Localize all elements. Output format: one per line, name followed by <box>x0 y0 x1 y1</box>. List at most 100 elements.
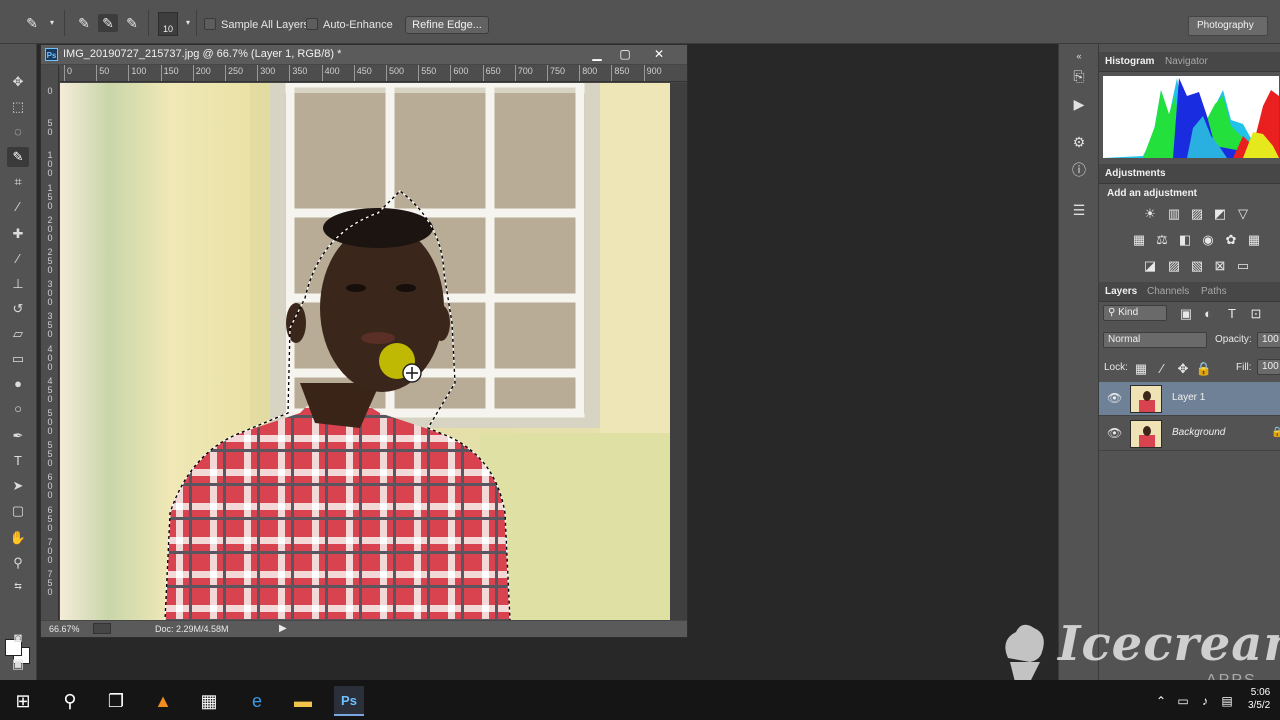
tab-navigator[interactable]: Navigator <box>1165 56 1208 67</box>
language-icon[interactable]: ▤ <box>1212 686 1242 716</box>
layer-row-background[interactable]: 👁 Background 🔒 <box>1099 417 1280 451</box>
hue-saturation-icon[interactable]: ▦ <box>1130 232 1148 248</box>
quick-mask-icon[interactable]: ◙ <box>7 628 29 648</box>
eraser-tool-icon[interactable]: ▱ <box>7 324 29 344</box>
minimize-icon[interactable]: ▁ <box>587 46 607 62</box>
canvas[interactable] <box>60 83 670 620</box>
eyedropper-tool-icon[interactable]: ⁄ <box>7 197 29 217</box>
task-view-icon[interactable]: ❐ <box>101 686 131 716</box>
screen-mode-icon[interactable]: ▣ <box>7 654 29 674</box>
refine-edge-button[interactable]: Refine Edge... <box>405 16 489 34</box>
type-tool-icon[interactable]: T <box>7 451 29 471</box>
black-white-icon[interactable]: ◧ <box>1176 232 1194 248</box>
actions-panel-icon[interactable]: ▶ <box>1069 94 1089 114</box>
edge-browser-icon[interactable]: e <box>242 686 272 716</box>
sample-all-layers-checkbox[interactable] <box>204 18 216 30</box>
filter-pixel-icon[interactable]: ▣ <box>1177 306 1195 322</box>
maximize-icon[interactable]: ▢ <box>615 46 635 62</box>
tab-channels[interactable]: Channels <box>1147 286 1189 297</box>
store-icon[interactable]: ▦ <box>194 686 224 716</box>
filter-shape-icon[interactable]: ⊡ <box>1247 306 1265 322</box>
healing-brush-tool-icon[interactable]: ✚ <box>7 224 29 244</box>
rectangle-tool-icon[interactable]: ▢ <box>7 501 29 521</box>
layer-row-layer-1[interactable]: 👁 Layer 1 <box>1099 382 1280 416</box>
vibrance-icon[interactable]: ▽ <box>1234 206 1252 222</box>
lasso-tool-icon[interactable]: ◌ <box>7 122 29 142</box>
collapse-arrows-icon[interactable]: « <box>1069 46 1089 66</box>
add-to-selection-icon[interactable]: ✎ <box>98 14 118 32</box>
tab-adjustments[interactable]: Adjustments <box>1105 168 1166 179</box>
selective-color-icon[interactable]: ⊠ <box>1211 258 1229 274</box>
brush-size-picker[interactable]: 10 <box>158 12 178 36</box>
brush-tool-icon[interactable]: ⁄ <box>7 249 29 269</box>
opacity-input[interactable]: 100 <box>1257 332 1280 348</box>
filter-type-icon[interactable]: T <box>1223 306 1241 322</box>
tab-histogram[interactable]: Histogram <box>1105 56 1154 67</box>
brightness-contrast-icon[interactable]: ☀ <box>1141 206 1159 222</box>
levels-icon[interactable]: ▥ <box>1165 206 1183 222</box>
status-menu-arrow-icon[interactable]: ▶ <box>279 623 287 634</box>
channel-mixer-icon[interactable]: ✿ <box>1222 232 1240 248</box>
path-selection-tool-icon[interactable]: ➤ <box>7 476 29 496</box>
fill-input[interactable]: 100 <box>1257 359 1280 375</box>
filter-adjustment-icon[interactable]: ◐ <box>1199 306 1217 322</box>
history-brush-tool-icon[interactable]: ↺ <box>7 299 29 319</box>
gradient-map-icon[interactable]: ▭ <box>1234 258 1252 274</box>
lock-transparent-icon[interactable]: ▦ <box>1132 361 1150 377</box>
windows-start-icon[interactable]: ⊞ <box>8 686 38 716</box>
subtract-from-selection-icon[interactable]: ✎ <box>122 14 142 32</box>
history-panel-icon[interactable]: ⎘ <box>1069 66 1089 86</box>
taskbar-clock[interactable]: 5:06 3/5/2 <box>1248 686 1270 712</box>
photoshop-taskbar-icon[interactable]: Ps <box>334 686 364 716</box>
close-icon[interactable]: ✕ <box>649 46 669 62</box>
layer-filter-kind[interactable]: ⚲ Kind <box>1103 305 1167 321</box>
ruler-horizontal[interactable]: 0 50 100 150 200 250 300 350 400 450 500 550 600 650 7… <box>60 65 687 82</box>
vlc-icon[interactable]: ▲ <box>148 686 178 716</box>
crop-tool-icon[interactable]: ⌗ <box>7 172 29 192</box>
hand-tool-icon[interactable]: ✋ <box>7 528 29 548</box>
tab-paths[interactable]: Paths <box>1201 286 1227 297</box>
search-icon[interactable]: ⚲ <box>55 686 85 716</box>
visibility-eye-icon[interactable]: 👁 <box>1107 391 1122 405</box>
vertical-scrollbar[interactable] <box>670 83 687 620</box>
quick-selection-tool-icon[interactable]: ✎ <box>7 147 29 167</box>
tool-presets-icon[interactable]: ⚙ <box>1069 132 1089 152</box>
file-explorer-icon[interactable]: ▬ <box>288 686 318 716</box>
workspace-switcher[interactable]: Photography <box>1188 16 1268 36</box>
properties-panel-icon[interactable]: ☰ <box>1069 200 1089 220</box>
swap-colors-icon[interactable]: ⇆ <box>7 576 29 596</box>
tool-preset-dropdown-icon[interactable]: ▾ <box>42 14 62 32</box>
zoom-tool-icon[interactable]: ⚲ <box>7 553 29 573</box>
lock-position-icon[interactable]: ✥ <box>1174 361 1192 377</box>
layer-name[interactable]: Layer 1 <box>1172 392 1205 403</box>
marquee-tool-icon[interactable]: ⬚ <box>7 97 29 117</box>
preview-icon[interactable] <box>93 623 111 634</box>
invert-icon[interactable]: ◪ <box>1141 258 1159 274</box>
info-panel-icon[interactable]: ⓘ <box>1069 160 1089 180</box>
move-tool-icon[interactable]: ✥ <box>7 72 29 92</box>
tab-layers[interactable]: Layers <box>1105 286 1137 297</box>
blur-tool-icon[interactable]: ● <box>7 374 29 394</box>
threshold-icon[interactable]: ▧ <box>1188 258 1206 274</box>
visibility-eye-icon[interactable]: 👁 <box>1107 426 1122 440</box>
color-lookup-icon[interactable]: ▦ <box>1245 232 1263 248</box>
blend-mode-select[interactable]: Normal <box>1103 332 1207 348</box>
photo-filter-icon[interactable]: ◉ <box>1199 232 1217 248</box>
gradient-tool-icon[interactable]: ▭ <box>7 349 29 369</box>
clone-stamp-tool-icon[interactable]: ⊥ <box>7 274 29 294</box>
lock-all-icon[interactable]: 🔒 <box>1195 361 1213 377</box>
color-balance-icon[interactable]: ⚖ <box>1153 232 1171 248</box>
posterize-icon[interactable]: ▨ <box>1165 258 1183 274</box>
curves-icon[interactable]: ▨ <box>1188 206 1206 222</box>
photo-image[interactable] <box>60 83 670 620</box>
ruler-vertical[interactable]: 0 5 0 1 0 0 1 5 0 2 0 0 2 5 0 3 0 0 3 5 0 4 0 0 4… <box>41 65 59 620</box>
lock-image-icon[interactable]: ⁄ <box>1153 361 1171 377</box>
dodge-tool-icon[interactable]: ○ <box>7 399 29 419</box>
layer-name[interactable]: Background <box>1172 427 1225 438</box>
exposure-icon[interactable]: ◩ <box>1211 206 1229 222</box>
brush-picker-dropdown-icon[interactable]: ▾ <box>178 14 198 32</box>
zoom-level[interactable]: 66.67% <box>49 624 80 634</box>
new-selection-icon[interactable]: ✎ <box>74 14 94 32</box>
quick-selection-tool-icon[interactable]: ✎ <box>22 14 42 32</box>
pen-tool-icon[interactable]: ✒ <box>7 426 29 446</box>
